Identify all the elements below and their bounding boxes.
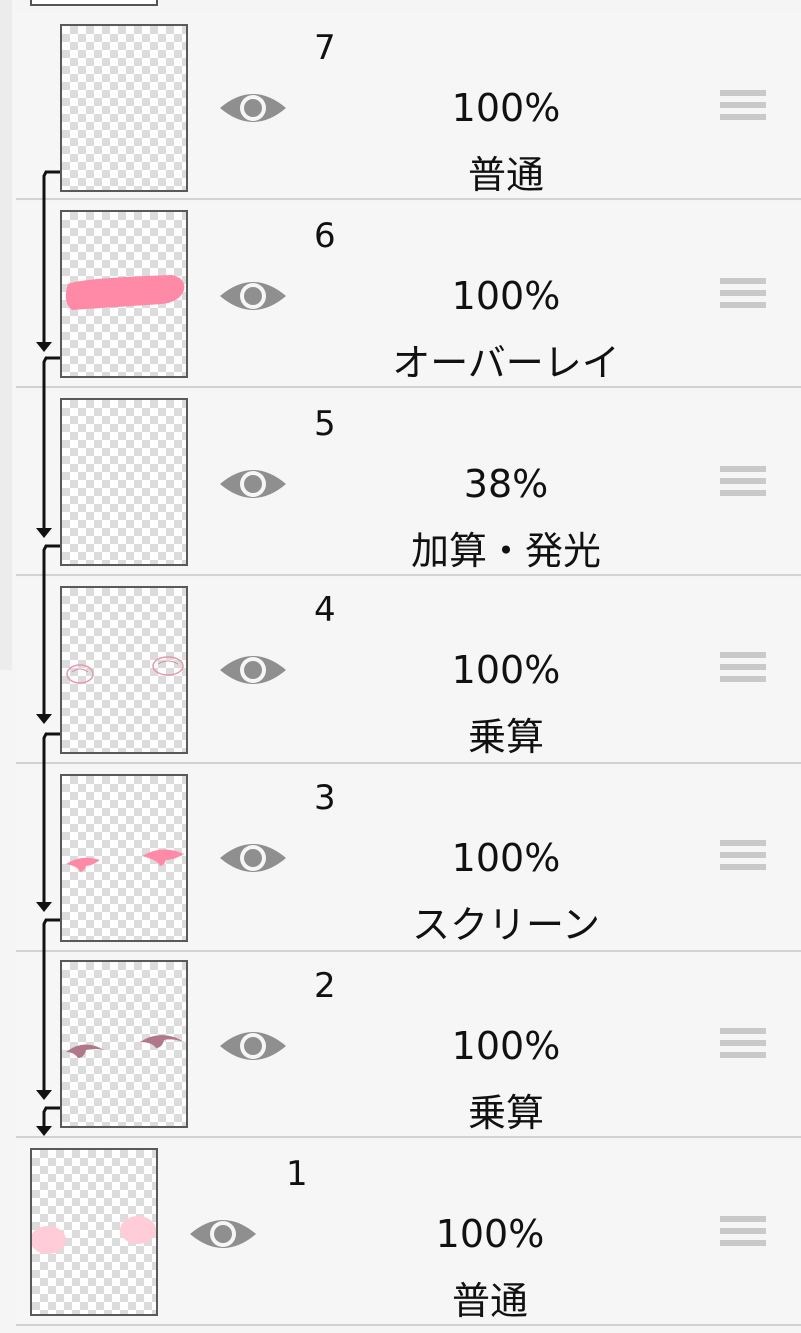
- blend-mode: オーバーレイ: [392, 341, 620, 385]
- layer-row-6[interactable]: 6 100% オーバーレイ: [16, 202, 801, 388]
- blend-mode: 普通: [467, 153, 544, 197]
- layer-number: 1: [286, 1154, 308, 1194]
- layer-thumbnail[interactable]: [30, 1148, 158, 1316]
- eye-icon[interactable]: [218, 648, 288, 692]
- blend-mode: 加算・発光: [410, 529, 601, 573]
- layer-number: 3: [314, 778, 336, 818]
- blend-mode: 乗算: [467, 715, 544, 759]
- layer-number: 6: [314, 216, 336, 256]
- layer-number: 2: [314, 966, 336, 1006]
- layer-opacity: 38%: [463, 462, 549, 506]
- layer-row-7[interactable]: 7 100% 普通: [16, 14, 801, 200]
- layer-thumbnail[interactable]: [60, 398, 188, 566]
- layer-row-1[interactable]: 1 100% 普通: [16, 1140, 801, 1326]
- eye-icon[interactable]: [218, 274, 288, 318]
- layer-row-3[interactable]: 3 100% スクリーン: [16, 766, 801, 952]
- eye-icon[interactable]: [218, 86, 288, 130]
- blend-mode: 普通: [451, 1279, 528, 1323]
- layer-opacity: 100%: [451, 86, 561, 130]
- left-edge-strip: [0, 0, 12, 670]
- layer-opacity: 100%: [451, 836, 561, 880]
- layer-number: 5: [314, 404, 336, 444]
- layer-row-4[interactable]: 4 100% 乗算: [16, 578, 801, 764]
- layer-row-2[interactable]: 2 100% 乗算: [16, 952, 801, 1138]
- layer-opacity: 100%: [451, 648, 561, 692]
- layer-thumbnail[interactable]: [60, 774, 188, 942]
- drag-handle-icon[interactable]: [720, 466, 766, 506]
- drag-handle-icon[interactable]: [720, 1216, 766, 1256]
- drag-handle-icon[interactable]: [720, 90, 766, 130]
- layer-thumbnail[interactable]: [60, 24, 188, 192]
- eye-icon[interactable]: [218, 836, 288, 880]
- eye-icon[interactable]: [188, 1212, 258, 1256]
- blend-mode: スクリーン: [411, 903, 601, 947]
- layer-row-5[interactable]: 5 38% 加算・発光: [16, 390, 801, 576]
- layer-opacity: 100%: [451, 274, 561, 318]
- layer-number: 7: [314, 28, 336, 68]
- layer-thumbnail[interactable]: [60, 960, 188, 1128]
- blend-mode: 乗算: [467, 1091, 544, 1135]
- eye-icon[interactable]: [218, 462, 288, 506]
- layer-opacity: 100%: [451, 1024, 561, 1068]
- drag-handle-icon[interactable]: [720, 1028, 766, 1068]
- drag-handle-icon[interactable]: [720, 652, 766, 692]
- layer-thumbnail[interactable]: [60, 210, 188, 378]
- drag-handle-icon[interactable]: [720, 278, 766, 318]
- drag-handle-icon[interactable]: [720, 840, 766, 880]
- layer-8-thumbnail-partial[interactable]: [30, 0, 158, 6]
- layer-opacity: 100%: [435, 1212, 545, 1256]
- eye-icon[interactable]: [218, 1024, 288, 1068]
- layer-number: 4: [314, 590, 336, 630]
- layer-thumbnail[interactable]: [60, 586, 188, 754]
